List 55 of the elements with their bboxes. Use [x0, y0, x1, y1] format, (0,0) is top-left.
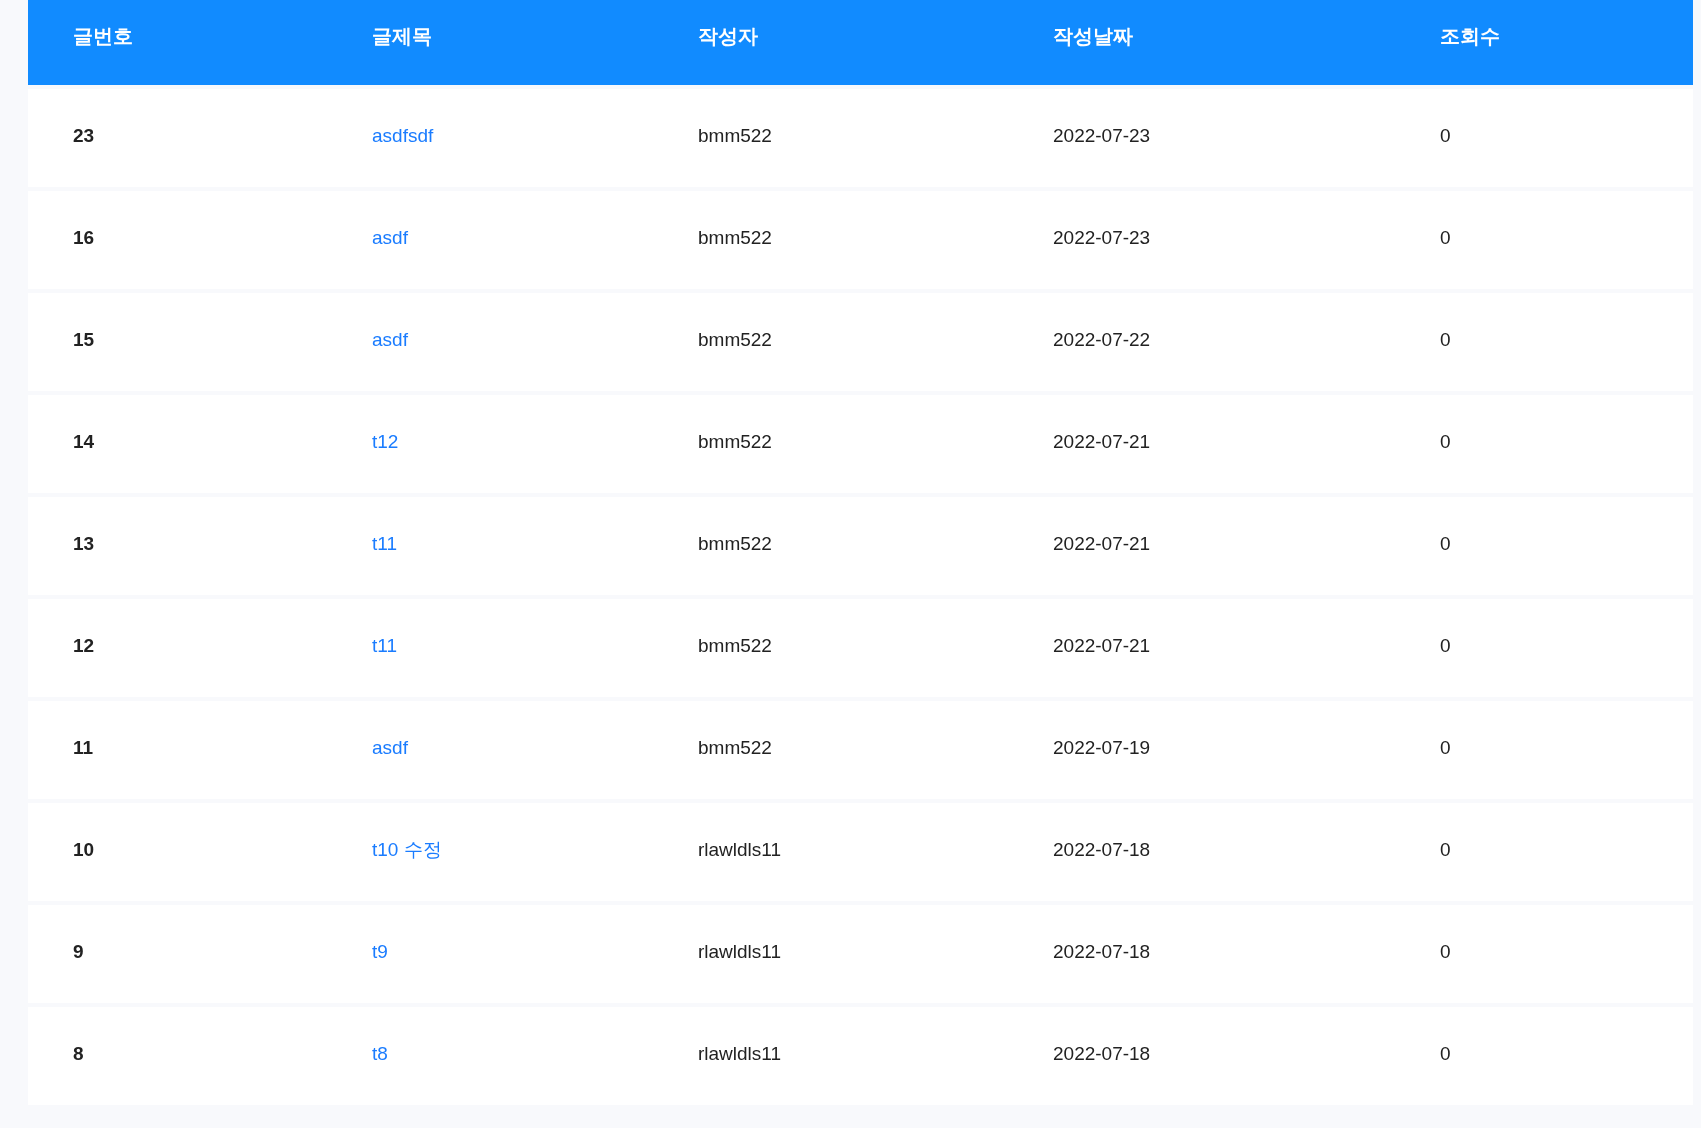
post-date: 2022-07-23: [1053, 225, 1151, 250]
post-title-link[interactable]: t11: [372, 631, 397, 661]
post-date: 2022-07-21: [1053, 633, 1151, 658]
post-title-link[interactable]: asdf: [372, 325, 408, 355]
post-title-link[interactable]: t12: [372, 427, 399, 457]
post-author: bmm522: [698, 531, 772, 556]
post-title-link[interactable]: t10 수정: [372, 835, 442, 865]
post-author: bmm522: [698, 633, 772, 658]
view-count: 0: [1440, 1041, 1451, 1066]
post-author: bmm522: [698, 225, 772, 250]
view-count: 0: [1440, 327, 1451, 352]
post-number: 8: [73, 1041, 84, 1066]
post-author: bmm522: [698, 735, 772, 760]
column-header: 작성날짜: [1053, 23, 1133, 49]
post-number: 13: [73, 531, 95, 556]
post-title-link[interactable]: asdf: [372, 733, 408, 763]
post-date: 2022-07-18: [1053, 1041, 1151, 1066]
column-header: 작성자: [698, 23, 758, 49]
post-number: 16: [73, 225, 95, 250]
view-count: 0: [1440, 123, 1451, 148]
view-count: 0: [1440, 633, 1451, 658]
post-date: 2022-07-18: [1053, 837, 1151, 862]
post-title-link[interactable]: asdfsdf: [372, 121, 434, 151]
post-number: 15: [73, 327, 95, 352]
post-author: bmm522: [698, 123, 772, 148]
view-count: 0: [1440, 429, 1451, 454]
post-author: bmm522: [698, 327, 772, 352]
post-author: rlawldls11: [698, 1041, 782, 1066]
column-header: 조회수: [1440, 23, 1500, 49]
post-title-link[interactable]: t11: [372, 529, 397, 559]
column-header: 글제목: [372, 23, 432, 49]
post-title-link[interactable]: t9: [372, 937, 388, 967]
post-date: 2022-07-19: [1053, 735, 1151, 760]
post-number: 14: [73, 429, 95, 454]
post-date: 2022-07-21: [1053, 429, 1151, 454]
post-number: 12: [73, 633, 95, 658]
column-header: 글번호: [73, 23, 133, 49]
view-count: 0: [1440, 531, 1451, 556]
post-number: 11: [73, 735, 94, 760]
post-title-link[interactable]: asdf: [372, 223, 408, 253]
post-author: rlawldls11: [698, 837, 782, 862]
post-date: 2022-07-21: [1053, 531, 1151, 556]
post-number: 23: [73, 123, 95, 148]
post-number: 9: [73, 939, 84, 964]
post-title-link[interactable]: t8: [372, 1039, 388, 1069]
post-date: 2022-07-18: [1053, 939, 1151, 964]
view-count: 0: [1440, 837, 1451, 862]
post-author: bmm522: [698, 429, 772, 454]
post-date: 2022-07-23: [1053, 123, 1151, 148]
post-number: 10: [73, 837, 95, 862]
view-count: 0: [1440, 735, 1451, 760]
post-date: 2022-07-22: [1053, 327, 1151, 352]
view-count: 0: [1440, 225, 1451, 250]
view-count: 0: [1440, 939, 1451, 964]
post-author: rlawldls11: [698, 939, 782, 964]
